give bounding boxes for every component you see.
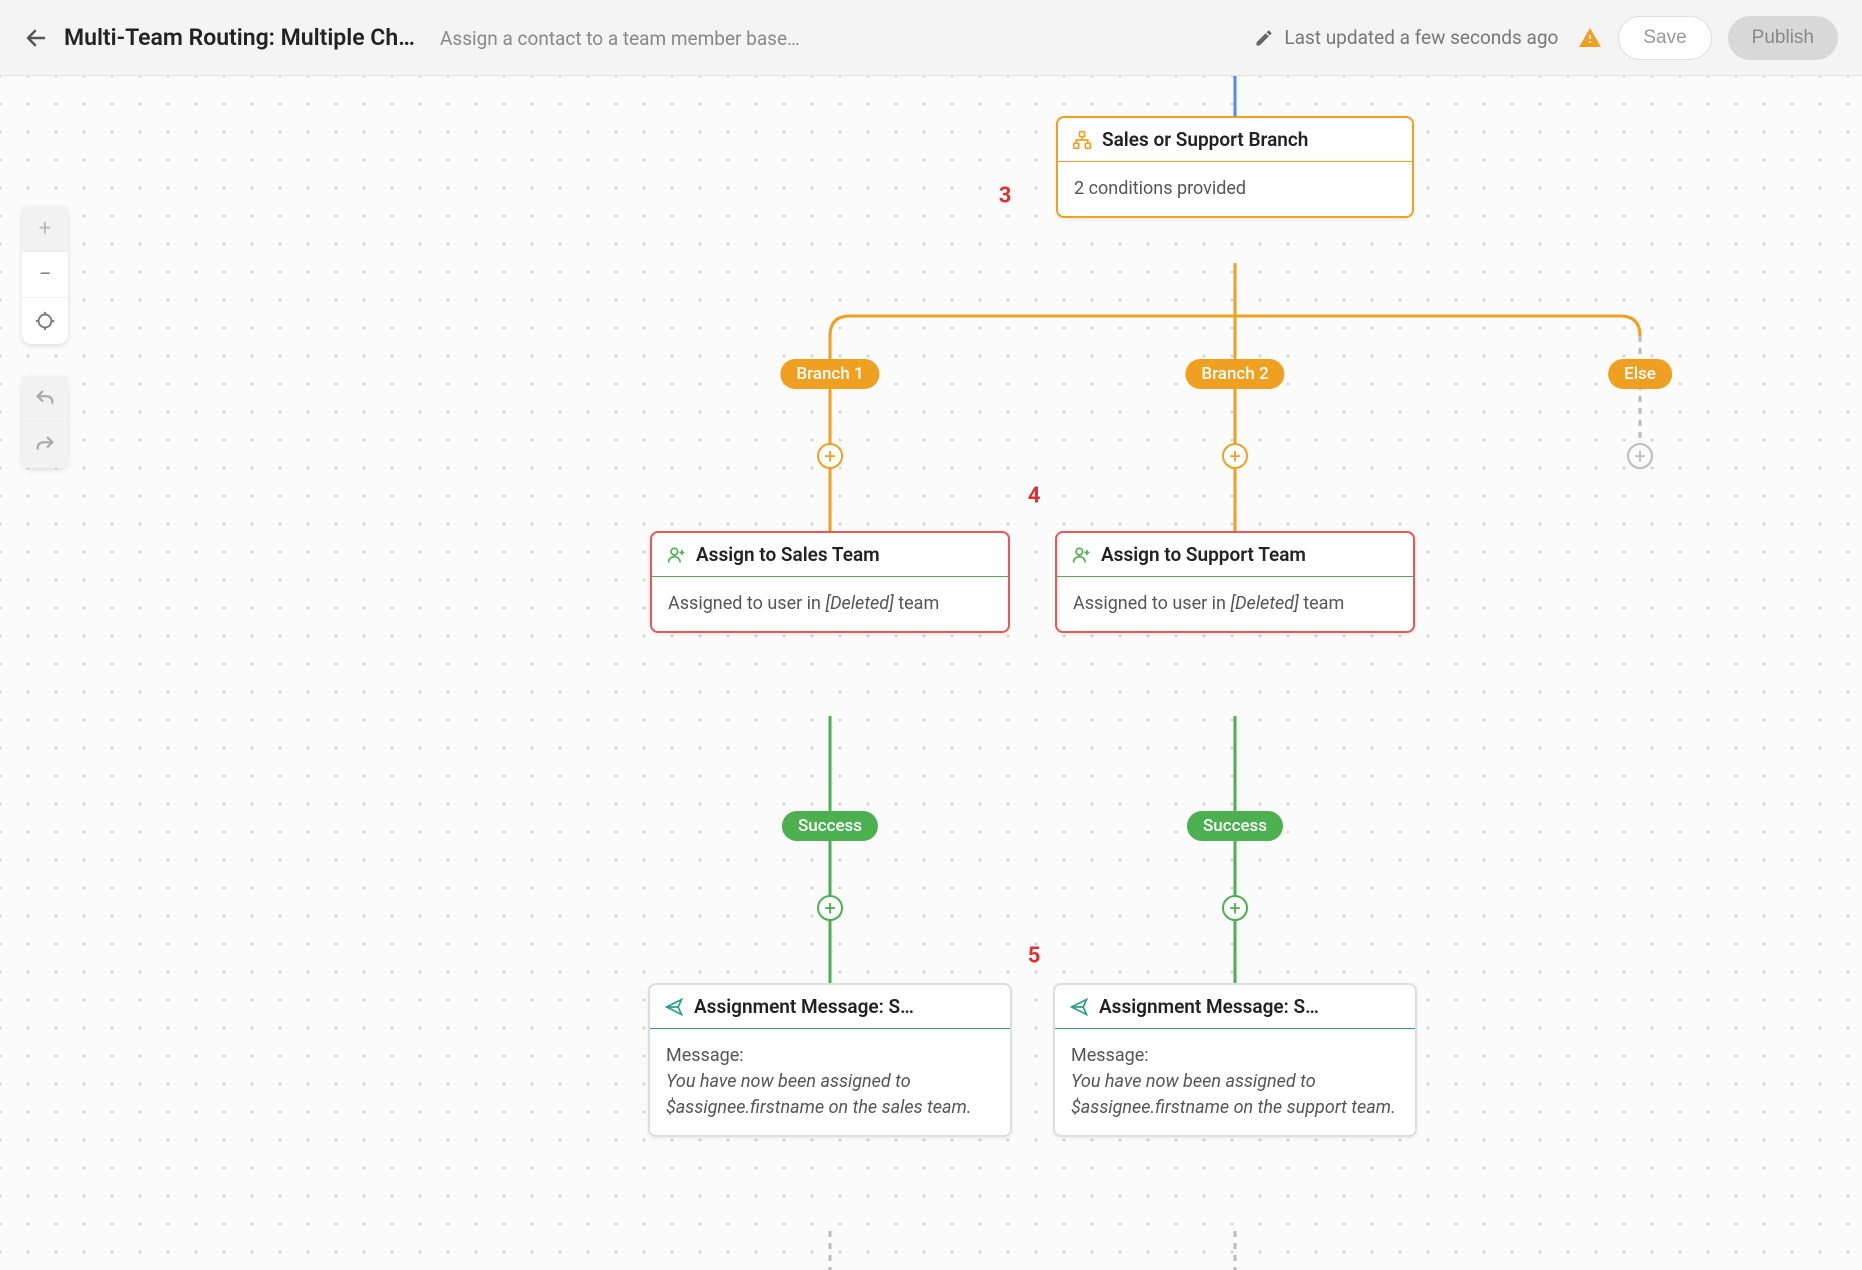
history-toolbar — [22, 376, 68, 468]
send-icon — [1069, 997, 1089, 1017]
message-sales-body: Message: You have now been assigned to $… — [650, 1029, 1010, 1135]
header: Multi-Team Routing: Multiple Choice … As… — [0, 0, 1862, 76]
canvas[interactable]: + − Sal — [0, 76, 1862, 1270]
branch-1-pill[interactable]: Branch 1 — [780, 359, 879, 389]
canvas-layer: Sales or Support Branch 2 conditions pro… — [0, 76, 1862, 1270]
zoom-out-button[interactable]: − — [22, 252, 68, 298]
annotation-3: 3 — [999, 184, 1012, 209]
redo-button[interactable] — [22, 422, 68, 468]
branch-node-title: Sales or Support Branch — [1102, 128, 1308, 151]
assign-support-title: Assign to Support Team — [1101, 543, 1306, 566]
workflow-title[interactable]: Multi-Team Routing: Multiple Choice … — [64, 24, 424, 51]
node-header: Assignment Message: S… — [650, 985, 1010, 1029]
branch-node[interactable]: Sales or Support Branch 2 conditions pro… — [1056, 116, 1414, 218]
zoom-in-button[interactable]: + — [22, 206, 68, 252]
add-step-after-support[interactable]: + — [1222, 895, 1248, 921]
message-sales-title: Assignment Message: S… — [694, 995, 914, 1018]
node-header: Assign to Support Team — [1057, 533, 1413, 577]
assign-support-body: Assigned to user in [Deleted] team — [1057, 577, 1413, 631]
branch-icon — [1072, 130, 1092, 150]
add-step-branch-2[interactable]: + — [1222, 443, 1248, 469]
undo-icon — [34, 388, 56, 410]
branch-node-body: 2 conditions provided — [1058, 162, 1412, 216]
warning-icon[interactable] — [1578, 26, 1602, 50]
node-header: Assignment Message: S… — [1055, 985, 1415, 1029]
success-pill-support[interactable]: Success — [1187, 811, 1283, 841]
recenter-button[interactable] — [22, 298, 68, 344]
zoom-toolbar: + − — [22, 206, 68, 344]
back-button[interactable] — [24, 26, 48, 50]
add-step-else[interactable]: + — [1627, 443, 1653, 469]
assign-sales-body: Assigned to user in [Deleted] team — [652, 577, 1008, 631]
add-step-after-sales[interactable]: + — [817, 895, 843, 921]
arrow-left-icon — [24, 24, 48, 52]
add-step-branch-1[interactable]: + — [817, 443, 843, 469]
redo-icon — [34, 434, 56, 456]
annotation-5: 5 — [1028, 944, 1041, 969]
success-pill-sales[interactable]: Success — [782, 811, 878, 841]
crosshair-icon — [34, 310, 56, 332]
last-updated: Last updated a few seconds ago — [1254, 26, 1602, 50]
workflow-description[interactable]: Assign a contact to a team member base… — [440, 27, 800, 50]
save-button[interactable]: Save — [1618, 16, 1711, 60]
node-header: Sales or Support Branch — [1058, 118, 1412, 162]
else-pill[interactable]: Else — [1608, 359, 1672, 389]
message-support-body: Message: You have now been assigned to $… — [1055, 1029, 1415, 1135]
assign-user-icon — [1071, 545, 1091, 565]
message-support-node[interactable]: Assignment Message: S… Message: You have… — [1053, 983, 1417, 1137]
assign-sales-title: Assign to Sales Team — [696, 543, 880, 566]
title-block: Multi-Team Routing: Multiple Choice … As… — [64, 24, 800, 51]
node-header: Assign to Sales Team — [652, 533, 1008, 577]
last-updated-text: Last updated a few seconds ago — [1284, 26, 1558, 49]
assign-sales-node[interactable]: Assign to Sales Team Assigned to user in… — [650, 531, 1010, 633]
assign-user-icon — [666, 545, 686, 565]
send-icon — [664, 997, 684, 1017]
pencil-icon — [1254, 28, 1274, 48]
annotation-4: 4 — [1028, 484, 1041, 509]
undo-button[interactable] — [22, 376, 68, 422]
publish-button[interactable]: Publish — [1728, 16, 1838, 60]
message-support-title: Assignment Message: S… — [1099, 995, 1319, 1018]
assign-support-node[interactable]: Assign to Support Team Assigned to user … — [1055, 531, 1415, 633]
branch-2-pill[interactable]: Branch 2 — [1185, 359, 1284, 389]
message-sales-node[interactable]: Assignment Message: S… Message: You have… — [648, 983, 1012, 1137]
